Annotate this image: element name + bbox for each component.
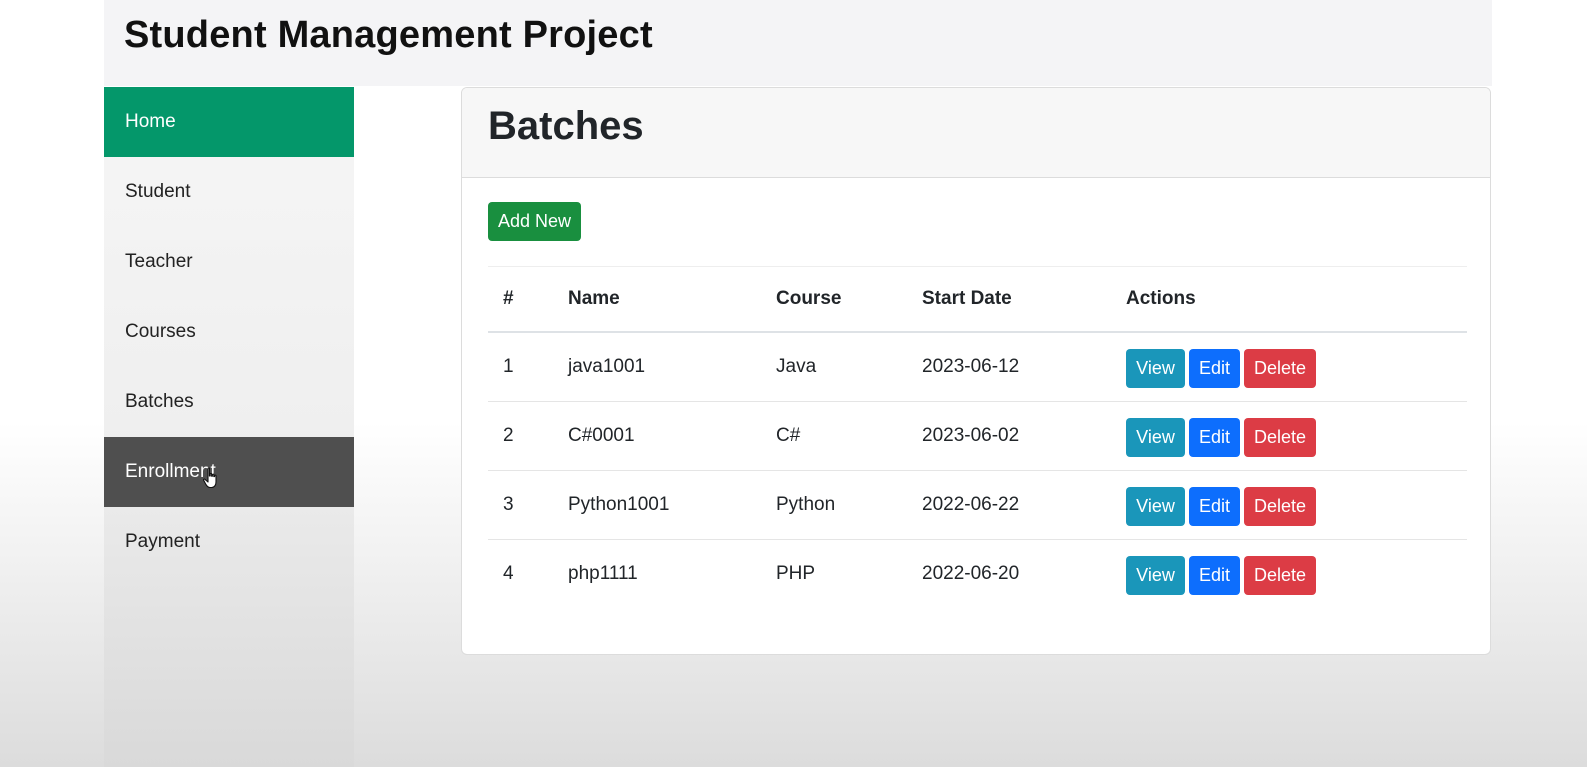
sidebar-item-student[interactable]: Student: [104, 157, 354, 227]
column-header-actions: Actions: [1126, 266, 1467, 333]
sidebar-item-batches[interactable]: Batches: [104, 367, 354, 437]
cell-actions: View Edit Delete: [1126, 332, 1467, 402]
table-header-row: # Name Course Start Date Actions: [488, 266, 1467, 333]
cell-actions: View Edit Delete: [1126, 470, 1467, 540]
sidebar-item-enrollment[interactable]: Enrollment: [104, 437, 354, 507]
delete-button[interactable]: Delete: [1244, 487, 1316, 526]
cell-course: PHP: [776, 563, 816, 584]
cell-name: php1111: [568, 563, 638, 584]
delete-button[interactable]: Delete: [1244, 556, 1316, 595]
view-button[interactable]: View: [1126, 487, 1185, 526]
batches-table-wrap: # Name Course Start Date Actions 1 java1…: [488, 266, 1467, 608]
cell-course: Python: [776, 470, 922, 540]
table-row: 4 php1111 PHP 2022-06-20 View Edit Delete: [488, 540, 1467, 609]
card-header: Batches: [462, 88, 1490, 178]
delete-button[interactable]: Delete: [1244, 418, 1316, 457]
add-new-button[interactable]: Add New: [488, 202, 581, 241]
cell-start-date: 2022-06-22: [922, 470, 1126, 540]
table-row: 1 java1001 Java 2023-06-12 View Edit Delet…: [488, 332, 1467, 402]
column-header-name: Name: [568, 266, 776, 333]
sidebar: Home Student Teacher Courses Batches Enr…: [104, 87, 354, 767]
cell-number: 3: [488, 470, 568, 540]
app-title: Student Management Project: [124, 14, 653, 56]
edit-button[interactable]: Edit: [1189, 487, 1240, 526]
edit-button[interactable]: Edit: [1189, 418, 1240, 457]
sidebar-item-teacher[interactable]: Teacher: [104, 227, 354, 297]
table-row: 3 Python1001 Python 2022-06-22 View Edit D…: [488, 470, 1467, 540]
cell-course: C#: [776, 401, 922, 471]
edit-button[interactable]: Edit: [1189, 349, 1240, 388]
cell-name: C#0001: [568, 401, 776, 471]
cell-name: Python1001: [568, 470, 776, 540]
cell-start-date: 2023-06-12: [922, 332, 1126, 402]
cell-name: java1001: [568, 332, 776, 402]
app-header: Student Management Project: [104, 0, 1492, 86]
page-title: Batches: [488, 104, 644, 148]
column-header-number: #: [488, 266, 568, 333]
cell-actions: View Edit Delete: [1126, 540, 1467, 609]
app-shell: Student Management Project Home Student …: [104, 0, 1492, 767]
table-row: 2 C#0001 C# 2023-06-02 View Edit Delete: [488, 401, 1467, 471]
cell-number: 1: [488, 332, 568, 402]
sidebar-item-payment[interactable]: Payment: [104, 507, 354, 577]
cell-number: 4: [503, 563, 514, 584]
delete-button[interactable]: Delete: [1244, 349, 1316, 388]
column-header-start-date: Start Date: [922, 266, 1126, 333]
column-header-course: Course: [776, 266, 922, 333]
cell-start-date: 2023-06-02: [922, 401, 1126, 471]
sidebar-item-home[interactable]: Home: [104, 87, 354, 157]
cell-course: Java: [776, 332, 922, 402]
view-button[interactable]: View: [1126, 556, 1185, 595]
cell-actions: View Edit Delete: [1126, 401, 1467, 471]
view-button[interactable]: View: [1126, 349, 1185, 388]
sidebar-item-courses[interactable]: Courses: [104, 297, 354, 367]
batches-card: Batches Add New # Name Course Start Date…: [461, 87, 1491, 655]
hand-cursor-icon: [202, 467, 217, 489]
edit-button[interactable]: Edit: [1189, 556, 1240, 595]
view-button[interactable]: View: [1126, 418, 1185, 457]
cell-start-date: 2022-06-20: [922, 563, 1020, 584]
batches-table: # Name Course Start Date Actions 1 java1…: [488, 266, 1467, 608]
cell-number: 2: [488, 401, 568, 471]
